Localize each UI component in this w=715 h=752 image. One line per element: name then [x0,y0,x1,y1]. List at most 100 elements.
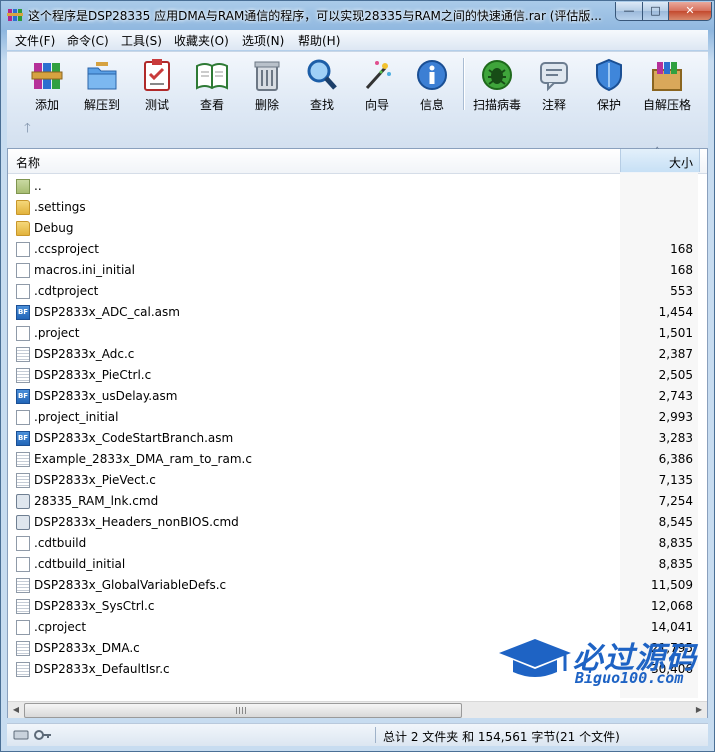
file-name: macros.ini_initial [34,263,135,277]
info-button[interactable]: 信息 [404,56,460,112]
file-row[interactable]: DSP2833x_PieVect.c 7,135 [8,470,707,491]
file-row[interactable]: DSP2833x_Headers_nonBIOS.cmd 8,545 [8,512,707,533]
virus-scan-button[interactable]: 扫描病毒 [469,56,525,112]
file-row[interactable]: DSP2833x_SysCtrl.c 12,068 [8,596,707,617]
sfx-button[interactable]: 自解压格 [639,56,695,112]
menu-help[interactable]: 帮助(H) [298,32,340,49]
cmd-file-icon [16,494,30,509]
file-size: 168 [670,242,693,256]
file-size: 11,509 [651,578,693,592]
file-name: .project [34,326,80,340]
folder-icon [16,200,30,215]
cmd-file-icon [16,515,30,530]
file-size: 553 [670,284,693,298]
column-header-size[interactable]: 大小 [669,154,693,171]
file-row[interactable]: 28335_RAM_lnk.cmd 7,254 [8,491,707,512]
file-row[interactable]: BF DSP2833x_ADC_cal.asm 1,454 [8,302,707,323]
file-icon [16,620,30,635]
toolbar: 添加 解压到 测试 查看 删除 查找 向导 信息 扫描病毒 注释 保护 自解压格… [7,51,708,148]
info-icon [417,60,447,90]
file-row[interactable]: DSP2833x_Adc.c 2,387 [8,344,707,365]
file-list[interactable]: 名称 ˄ 大小 .. .settings Debug .ccsproject 168 ma… [7,147,708,718]
file-name: .cdtbuild [34,536,87,550]
info-label: 信息 [419,98,444,112]
file-icon [16,242,30,257]
file-row[interactable]: .. [8,176,707,197]
sfx-icon [652,62,682,91]
text-file-icon [16,473,30,488]
title-bar[interactable]: 这个程序是DSP28335 应用DMA与RAM通信的程序，可以实现28335与R… [1,1,714,29]
file-row[interactable]: .ccsproject 168 [8,239,707,260]
scroll-right-icon[interactable]: ▶ [692,703,706,717]
comment-button[interactable]: 注释 [526,56,582,112]
file-icon [16,326,30,341]
file-row[interactable]: DSP2833x_DMA.c 21,795 [8,638,707,659]
status-divider [375,727,376,743]
file-icon [16,284,30,299]
comment-icon [540,62,568,92]
delete-button[interactable]: 删除 [239,56,295,112]
menu-options[interactable]: 选项(N) [242,32,284,49]
file-name: DSP2833x_CodeStartBranch.asm [34,431,234,445]
menu-favorites[interactable]: 收藏夹(O) [174,32,229,49]
find-icon [307,59,337,90]
winrar-window: 这个程序是DSP28335 应用DMA与RAM通信的程序，可以实现28335与R… [0,0,715,752]
file-row[interactable]: BF DSP2833x_usDelay.asm 2,743 [8,386,707,407]
drive-key-icons[interactable] [13,728,53,742]
scroll-left-icon[interactable]: ◀ [9,703,23,717]
menu-bar: 文件(F) 命令(C) 工具(S) 收藏夹(O) 选项(N) 帮助(H) [7,30,708,50]
file-row[interactable]: macros.ini_initial 168 [8,260,707,281]
file-row[interactable]: DSP2833x_GlobalVariableDefs.c 11,509 [8,575,707,596]
file-row[interactable]: .project_initial 2,993 [8,407,707,428]
minimize-button[interactable]: — [615,2,643,21]
asm-file-icon: BF [16,305,30,320]
file-row[interactable]: Example_2833x_DMA_ram_to_ram.c 6,386 [8,449,707,470]
parent-folder-icon [16,179,30,194]
add-icon [31,63,63,89]
file-name: .project_initial [34,410,119,424]
file-size: 7,135 [658,473,693,487]
file-row[interactable]: .settings [8,197,707,218]
file-icon [16,263,30,278]
menu-commands[interactable]: 命令(C) [67,32,109,49]
text-file-icon [16,662,30,677]
menu-file[interactable]: 文件(F) [15,32,55,49]
file-row[interactable]: DSP2833x_DefaultIsr.c 30,406 [8,659,707,680]
add-button[interactable]: 添加 [19,56,75,112]
text-file-icon [16,578,30,593]
extract-to-button[interactable]: 解压到 [74,56,130,112]
file-size: 8,835 [658,536,693,550]
file-size: 21,795 [651,641,693,655]
column-header-size-box[interactable]: ˄ 大小 [620,147,700,172]
find-button[interactable]: 查找 [294,56,350,112]
file-row[interactable]: .cproject 14,041 [8,617,707,638]
file-name: Debug [34,221,74,235]
maximize-button[interactable]: □ [642,2,669,21]
file-name: DSP2833x_DefaultIsr.c [34,662,170,676]
test-button[interactable]: 测试 [129,56,185,112]
file-icon [16,557,30,572]
file-row[interactable]: DSP2833x_PieCtrl.c 2,505 [8,365,707,386]
winrar-app-icon[interactable] [7,7,23,23]
file-row[interactable]: .cdtbuild 8,835 [8,533,707,554]
file-row[interactable]: .cdtproject 553 [8,281,707,302]
horizontal-scrollbar[interactable]: ◀ ▶ [8,701,707,718]
file-size: 7,254 [658,494,693,508]
file-row[interactable]: Debug [8,218,707,239]
file-name: .cproject [34,620,87,634]
wizard-button[interactable]: 向导 [349,56,405,112]
file-name: DSP2833x_PieVect.c [34,473,156,487]
view-button[interactable]: 查看 [184,56,240,112]
scrollbar-thumb[interactable] [24,703,462,718]
close-button[interactable]: ✕ [668,2,712,21]
file-row[interactable]: .project 1,501 [8,323,707,344]
file-size: 8,835 [658,557,693,571]
file-row[interactable]: .cdtbuild_initial 8,835 [8,554,707,575]
menu-tools[interactable]: 工具(S) [121,32,162,49]
file-row[interactable]: BF DSP2833x_CodeStartBranch.asm 3,283 [8,428,707,449]
file-name: .. [34,179,42,193]
up-folder-arrow-icon[interactable]: 🡑 [24,122,38,136]
sort-ascending-icon: ˄ [655,147,660,157]
protect-button[interactable]: 保护 [581,56,637,112]
column-header-name[interactable]: 名称 [16,154,40,171]
